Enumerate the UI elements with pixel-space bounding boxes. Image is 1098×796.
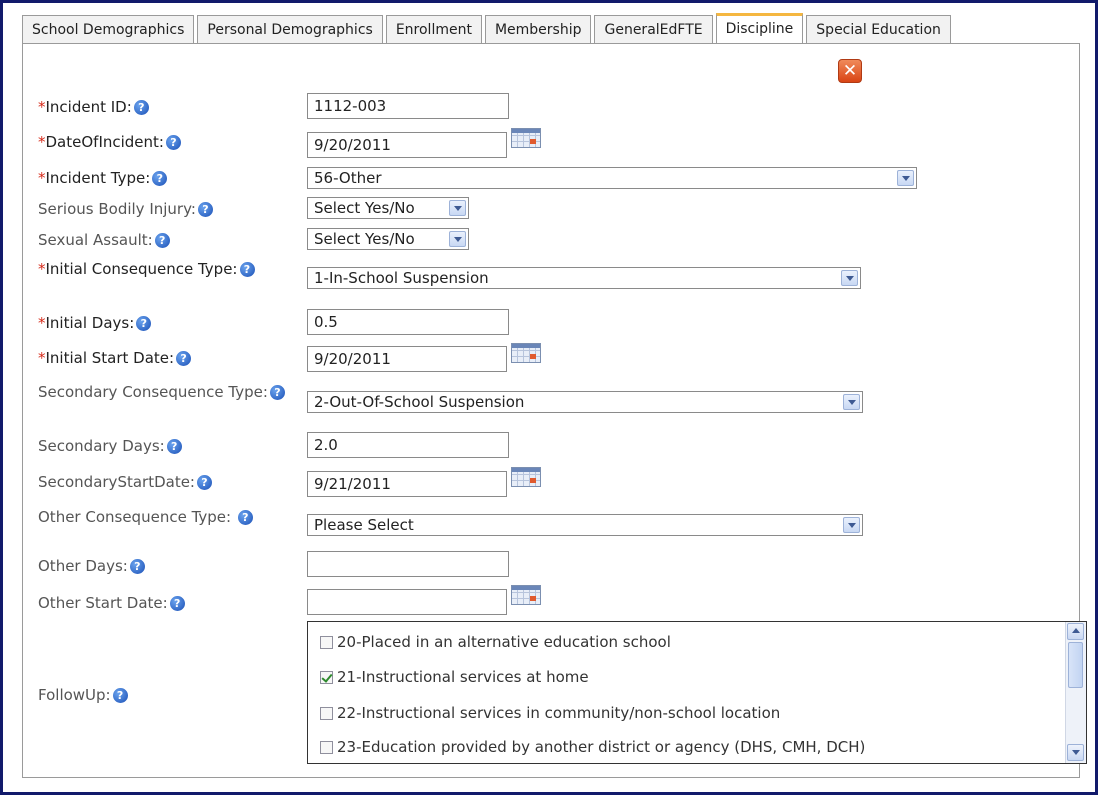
help-icon[interactable]: ? <box>152 171 168 186</box>
incident-type-select[interactable]: 56-Other <box>307 167 917 189</box>
date-of-incident-label: *DateOfIncident:? <box>38 132 288 152</box>
listbox-scrollbar[interactable] <box>1065 622 1086 763</box>
calendar-icon[interactable] <box>511 343 541 363</box>
checkbox[interactable] <box>320 706 333 720</box>
secondary-days-label: Secondary Days:? <box>38 436 288 456</box>
other-consequence-type-select[interactable]: Please Select <box>307 514 863 536</box>
tab-bar: School Demographics Personal Demographic… <box>22 13 954 44</box>
help-icon[interactable]: ? <box>165 135 181 150</box>
tab-special-education[interactable]: Special Education <box>806 15 951 43</box>
secondary-days-field[interactable]: 2.0 <box>307 432 509 458</box>
serious-bodily-injury-label: Serious Bodily Injury:? <box>38 199 288 219</box>
other-start-date-field[interactable] <box>307 589 507 615</box>
help-icon[interactable]: ? <box>176 351 192 366</box>
initial-consequence-type-select[interactable]: 1-In-School Suspension <box>307 267 861 289</box>
followup-listbox[interactable]: 20-Placed in an alternative education sc… <box>307 621 1087 764</box>
other-days-field[interactable] <box>307 551 509 577</box>
followup-option[interactable]: 21-Instructional services at home <box>320 668 589 686</box>
secondary-consequence-type-label: Secondary Consequence Type:? <box>38 382 288 402</box>
scroll-thumb[interactable] <box>1068 642 1083 688</box>
tab-discipline[interactable]: Discipline <box>715 13 804 44</box>
incident-id-label: *Incident ID:? <box>38 97 288 117</box>
help-icon[interactable]: ? <box>133 100 149 115</box>
other-days-label: Other Days:? <box>38 556 288 576</box>
chevron-down-icon <box>449 231 466 247</box>
scroll-up-icon[interactable] <box>1067 623 1084 640</box>
initial-start-date-label: *Initial Start Date:? <box>38 348 288 368</box>
followup-option[interactable]: 22-Instructional services in community/n… <box>320 704 780 722</box>
help-icon[interactable]: ? <box>129 559 145 574</box>
tab-enrollment[interactable]: Enrollment <box>385 15 482 43</box>
initial-days-field[interactable]: 0.5 <box>307 309 509 335</box>
help-icon[interactable]: ? <box>269 385 285 400</box>
secondary-start-date-label: SecondaryStartDate:? <box>38 472 288 492</box>
initial-days-label: *Initial Days:? <box>38 313 288 333</box>
tab-school-demographics[interactable]: School Demographics <box>22 15 195 43</box>
tab-membership[interactable]: Membership <box>484 15 592 43</box>
calendar-icon[interactable] <box>511 128 541 148</box>
incident-id-field[interactable]: 1112-003 <box>307 93 509 119</box>
help-icon[interactable]: ? <box>136 316 152 331</box>
help-icon[interactable]: ? <box>239 262 255 277</box>
help-icon[interactable]: ? <box>197 202 213 217</box>
scroll-down-icon[interactable] <box>1067 744 1084 761</box>
chevron-down-icon <box>897 170 914 186</box>
checkbox[interactable] <box>320 740 333 754</box>
initial-consequence-type-label: *Initial Consequence Type:? <box>38 259 278 279</box>
tab-generaledfte[interactable]: GeneralEdFTE <box>594 15 713 43</box>
date-of-incident-field[interactable]: 9/20/2011 <box>307 132 507 158</box>
help-icon[interactable]: ? <box>112 688 128 703</box>
help-icon[interactable]: ? <box>169 596 185 611</box>
tab-personal-demographics[interactable]: Personal Demographics <box>197 15 383 43</box>
other-start-date-label: Other Start Date:? <box>38 593 288 613</box>
sexual-assault-select[interactable]: Select Yes/No <box>307 228 469 250</box>
close-icon[interactable]: ✕ <box>838 59 862 83</box>
chevron-down-icon <box>841 270 858 286</box>
other-consequence-type-label: Other Consequence Type: ? <box>38 507 298 527</box>
help-icon[interactable]: ? <box>197 475 212 490</box>
secondary-start-date-field[interactable]: 9/21/2011 <box>307 471 507 497</box>
sexual-assault-label: Sexual Assault:? <box>38 230 288 250</box>
followup-option[interactable]: 23-Education provided by another distric… <box>320 738 865 756</box>
chevron-down-icon <box>449 200 466 216</box>
incident-type-label: *Incident Type:? <box>38 168 288 188</box>
secondary-consequence-type-select[interactable]: 2-Out-Of-School Suspension <box>307 391 863 413</box>
chevron-down-icon <box>843 517 860 533</box>
help-icon[interactable]: ? <box>154 233 170 248</box>
followup-label: FollowUp:? <box>38 685 288 705</box>
followup-option[interactable]: 20-Placed in an alternative education sc… <box>320 633 671 651</box>
calendar-icon[interactable] <box>511 467 541 487</box>
initial-start-date-field[interactable]: 9/20/2011 <box>307 346 507 372</box>
calendar-icon[interactable] <box>511 585 541 605</box>
serious-bodily-injury-select[interactable]: Select Yes/No <box>307 197 469 219</box>
checkbox[interactable] <box>320 635 333 649</box>
help-icon[interactable]: ? <box>237 510 253 525</box>
chevron-down-icon <box>843 394 860 410</box>
checkbox-checked[interactable] <box>320 670 333 684</box>
help-icon[interactable]: ? <box>166 439 182 454</box>
